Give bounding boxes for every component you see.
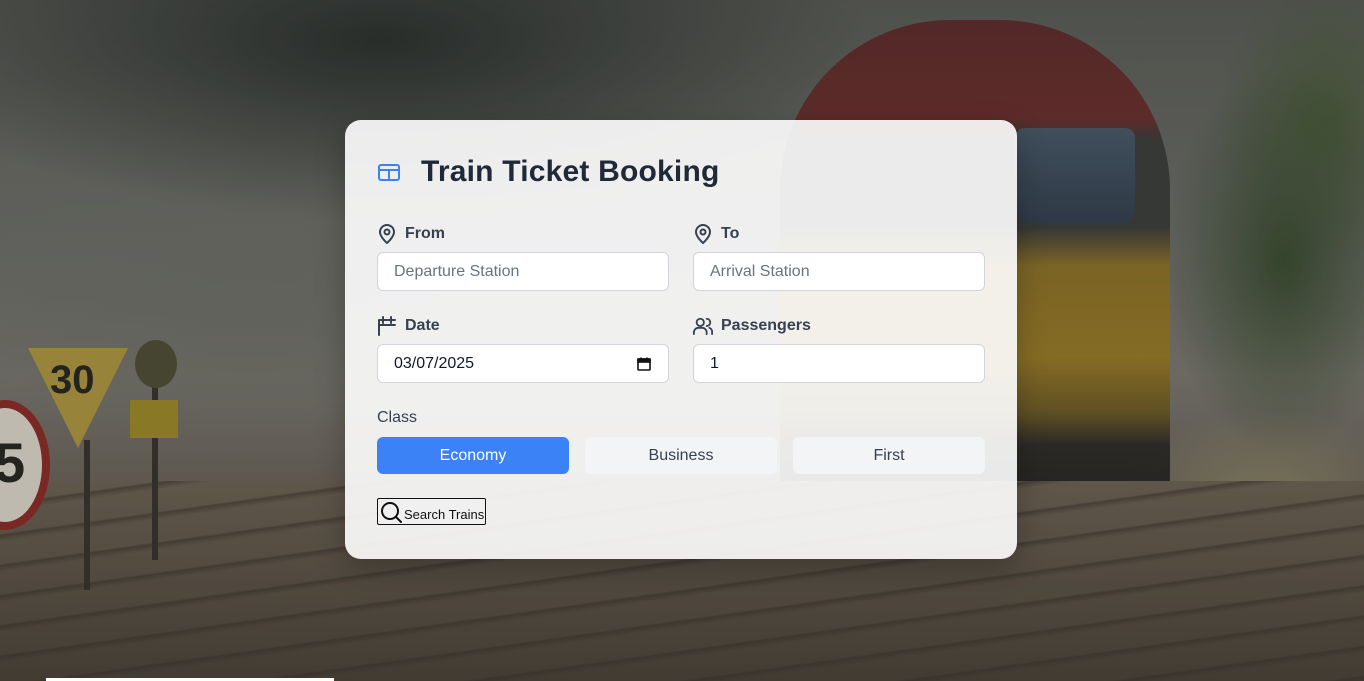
from-input-placeholder: Departure Station	[394, 262, 520, 280]
class-label: Class	[377, 409, 418, 426]
class-selector: Economy Business First	[377, 437, 985, 474]
to-label-row: To	[693, 222, 985, 246]
search-trains-button[interactable]: Search Trains	[377, 498, 487, 525]
map-pin-icon	[693, 223, 713, 245]
card-header: Train Ticket Booking	[377, 152, 985, 192]
form-grid: From Departure Station To Arrival Statio…	[377, 222, 985, 383]
search-trains-label: Search Trains	[404, 507, 485, 522]
passengers-label-row: Passengers	[693, 314, 985, 338]
page-title: Train Ticket Booking	[421, 155, 720, 188]
to-label: To	[721, 225, 740, 242]
booking-card: Train Ticket Booking From Departure Stat…	[345, 120, 1017, 559]
passengers-input-value: 1	[710, 354, 719, 372]
date-field-group: Date 03/07/2025	[377, 314, 669, 383]
to-input[interactable]: Arrival Station	[693, 252, 985, 291]
ticket-icon	[377, 160, 401, 184]
calendar-picker-icon[interactable]	[636, 356, 652, 372]
from-label: From	[405, 225, 445, 242]
passengers-field-group: Passengers 1	[693, 314, 985, 383]
from-field-group: From Departure Station	[377, 222, 669, 291]
from-input[interactable]: Departure Station	[377, 252, 669, 291]
passengers-input[interactable]: 1	[693, 344, 985, 383]
search-icon	[380, 501, 402, 523]
map-pin-icon	[377, 223, 397, 245]
class-option-economy[interactable]: Economy	[377, 437, 569, 474]
from-label-row: From	[377, 222, 669, 246]
calendar-icon	[377, 315, 397, 337]
users-icon	[693, 315, 713, 337]
class-option-business[interactable]: Business	[585, 437, 777, 474]
class-option-first[interactable]: First	[793, 437, 985, 474]
passengers-label: Passengers	[721, 317, 811, 334]
date-input-value: 03/07/2025	[394, 354, 475, 372]
to-field-group: To Arrival Station	[693, 222, 985, 291]
date-input[interactable]: 03/07/2025	[377, 344, 669, 383]
date-label-row: Date	[377, 314, 669, 338]
date-label: Date	[405, 317, 440, 334]
to-input-placeholder: Arrival Station	[710, 262, 810, 280]
